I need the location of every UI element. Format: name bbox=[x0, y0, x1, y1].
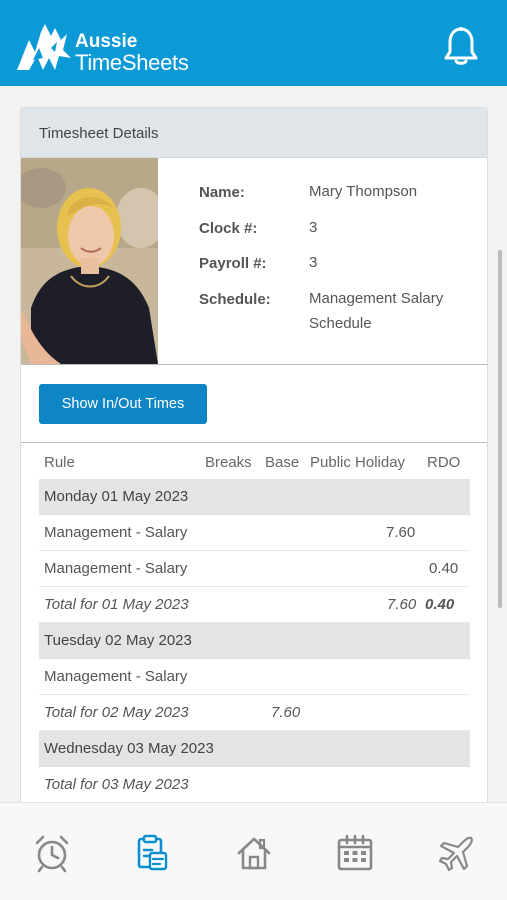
table-header-row: Rule Breaks Base Public Holiday RDO bbox=[39, 443, 470, 479]
clock-label: Clock #: bbox=[199, 219, 258, 237]
show-in-out-times-button[interactable]: Show In/Out Times bbox=[39, 384, 207, 424]
day-header-row: Tuesday 02 May 2023 bbox=[39, 623, 470, 659]
employee-info: Name: Mary Thompson Clock #: 3 Payroll #… bbox=[199, 183, 469, 332]
employee-profile: Name: Mary Thompson Clock #: 3 Payroll #… bbox=[21, 158, 487, 365]
total-row: Total for 01 May 2023 7.60 0.40 bbox=[39, 587, 470, 623]
card-title: Timesheet Details bbox=[21, 108, 487, 158]
payroll-label: Payroll #: bbox=[199, 255, 267, 272]
day-header-row: Monday 01 May 2023 bbox=[39, 479, 470, 515]
rule-cell: Management - Salary bbox=[44, 560, 188, 577]
rule-cell: Management - Salary bbox=[44, 524, 188, 541]
table-row: Management - Salary bbox=[39, 659, 470, 695]
bottom-navigation bbox=[0, 802, 507, 900]
home-icon[interactable] bbox=[234, 833, 274, 873]
main-content[interactable]: Timesheet Details Name: Mary Thompson Cl… bbox=[0, 86, 507, 802]
total-label: Total for 01 May 2023 bbox=[44, 596, 189, 613]
total-label: Total for 02 May 2023 bbox=[44, 704, 189, 721]
table-row: Management - Salary 0.40 bbox=[39, 551, 470, 587]
kangaroo-logo-icon bbox=[17, 24, 71, 70]
total-public-holiday-cell: 7.60 bbox=[387, 596, 417, 613]
schedule-label: Schedule: bbox=[199, 290, 271, 308]
airplane-icon[interactable] bbox=[437, 833, 477, 873]
total-base-cell: 7.60 bbox=[271, 704, 301, 721]
column-header-rdo: RDO bbox=[427, 454, 461, 471]
payroll-value: 3 bbox=[309, 254, 318, 271]
alarm-clock-icon[interactable] bbox=[32, 833, 72, 873]
notification-bell-icon[interactable] bbox=[442, 26, 480, 66]
rule-cell: Management - Salary bbox=[44, 668, 188, 685]
column-header-public-holiday: Public Holiday bbox=[310, 454, 406, 471]
timesheet-table: Rule Breaks Base Public Holiday RDO Mond… bbox=[39, 443, 470, 802]
public-holiday-cell: 7.60 bbox=[386, 524, 416, 541]
column-header-base: Base bbox=[265, 454, 300, 471]
logo-text-line2: TimeSheets bbox=[75, 50, 189, 75]
rdo-cell: 0.40 bbox=[429, 560, 459, 577]
button-area: Show In/Out Times bbox=[21, 365, 487, 443]
name-value: Mary Thompson bbox=[309, 183, 418, 200]
clock-value: 3 bbox=[309, 218, 318, 236]
name-label: Name: bbox=[199, 184, 245, 201]
app-header: Aussie TimeSheets bbox=[0, 0, 507, 86]
total-row: Total for 02 May 2023 7.60 bbox=[39, 695, 470, 731]
day-header-row: Wednesday 03 May 2023 bbox=[39, 731, 470, 767]
column-header-rule: Rule bbox=[44, 454, 75, 471]
scrollbar[interactable] bbox=[498, 250, 502, 608]
logo-text-line1: Aussie bbox=[75, 31, 138, 52]
total-row: Total for 03 May 2023 bbox=[39, 767, 470, 802]
calendar-icon[interactable] bbox=[335, 833, 375, 873]
app-logo[interactable]: Aussie TimeSheets bbox=[15, 18, 190, 76]
total-label: Total for 03 May 2023 bbox=[44, 776, 189, 793]
column-header-breaks: Breaks bbox=[205, 454, 252, 471]
employee-photo bbox=[21, 158, 158, 364]
schedule-value: Management Salary Schedule bbox=[309, 289, 444, 332]
table-row: Management - Salary 7.60 bbox=[39, 515, 470, 551]
timesheet-icon[interactable] bbox=[132, 833, 172, 873]
timesheet-details-card: Timesheet Details Name: Mary Thompson Cl… bbox=[20, 107, 488, 802]
total-rdo-cell: 0.40 bbox=[425, 596, 455, 613]
